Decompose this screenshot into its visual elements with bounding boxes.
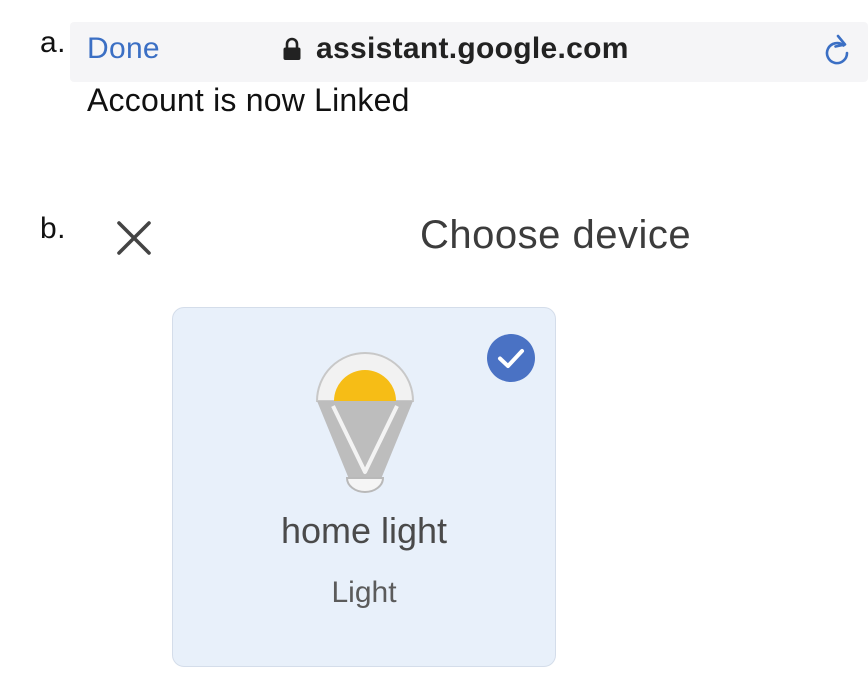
device-type: Light xyxy=(331,576,397,609)
account-linked-message: Account is now Linked xyxy=(87,82,410,118)
step-label-b: b. xyxy=(40,212,67,245)
done-button[interactable]: Done xyxy=(87,32,160,66)
step-label-a: a. xyxy=(40,26,67,59)
close-icon[interactable] xyxy=(115,219,153,257)
light-bulb-icon xyxy=(313,351,417,496)
url-text: assistant.google.com xyxy=(316,32,629,65)
lock-icon xyxy=(282,37,302,61)
url-display[interactable]: assistant.google.com xyxy=(282,32,629,66)
screen: a. Done assistant.google.com Account is … xyxy=(0,0,868,681)
device-card-home-light[interactable]: home light Light xyxy=(172,307,556,667)
selected-check-icon xyxy=(486,333,536,383)
dialog-title: Choose device xyxy=(420,213,692,257)
browser-address-bar: Done assistant.google.com xyxy=(70,22,868,82)
reload-icon[interactable] xyxy=(822,34,852,68)
device-name: home light xyxy=(280,510,448,551)
